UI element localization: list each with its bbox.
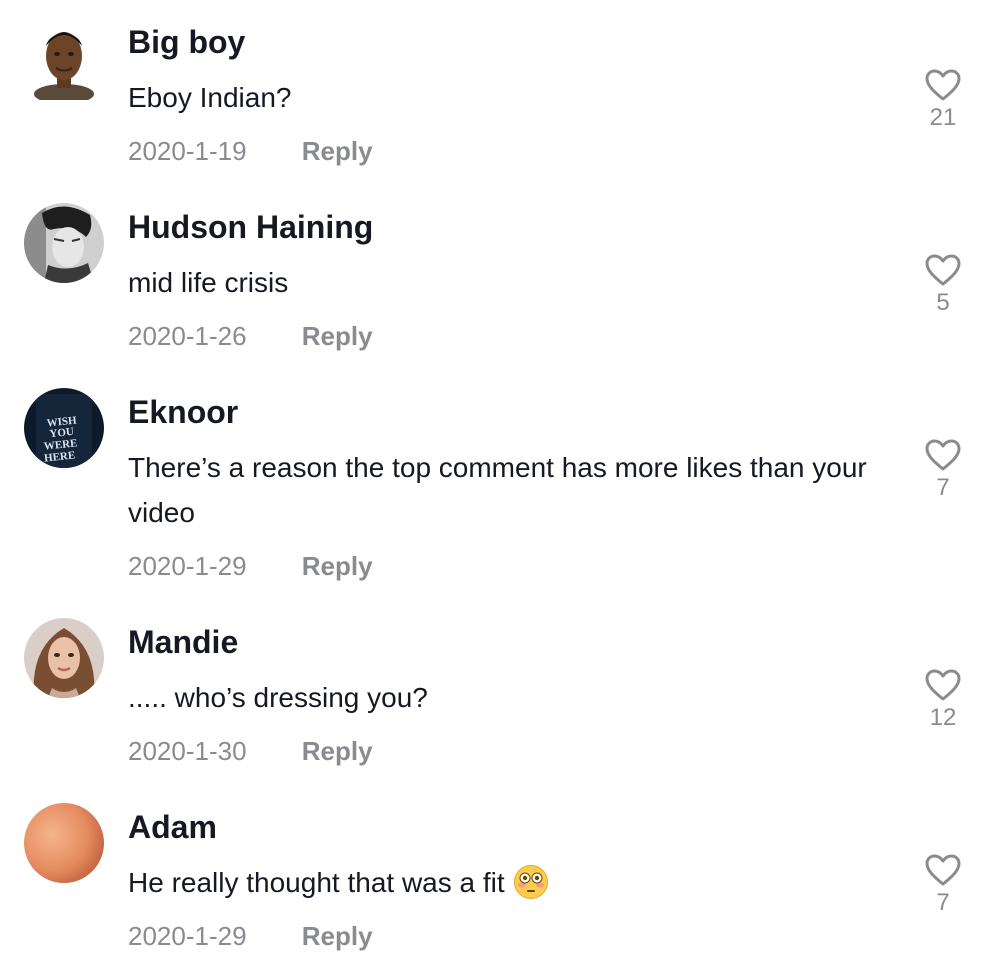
like-control: 7 bbox=[918, 853, 968, 917]
username[interactable]: Hudson Haining bbox=[128, 209, 373, 246]
heart-outline-icon[interactable] bbox=[924, 668, 962, 702]
reply-button[interactable]: Reply bbox=[302, 321, 373, 352]
man-face-icon bbox=[34, 32, 94, 100]
username[interactable]: Eknoor bbox=[128, 394, 238, 431]
like-control: 12 bbox=[918, 668, 968, 732]
like-control: 7 bbox=[918, 438, 968, 502]
comment-item: Adam He really thought that was a fit 20… bbox=[0, 785, 1000, 966]
comment-text-content: He really thought that was a fit bbox=[128, 867, 505, 898]
avatar[interactable] bbox=[24, 803, 104, 883]
like-count: 12 bbox=[929, 704, 957, 731]
like-count: 7 bbox=[936, 474, 950, 501]
like-count: 7 bbox=[936, 889, 950, 916]
flushed-face-emoji-icon bbox=[513, 865, 548, 899]
comment-date: 2020-1-26 bbox=[128, 321, 247, 351]
comment-item: WISH YOU WERE HERE Eknoor There’s a reas… bbox=[0, 370, 1000, 600]
like-count: 5 bbox=[936, 289, 950, 316]
username[interactable]: Adam bbox=[128, 809, 217, 846]
woman-portrait-icon bbox=[24, 618, 104, 698]
wish-you-were-here-icon: WISH YOU WERE HERE bbox=[24, 388, 104, 468]
comment-text: There’s a reason the top comment has mor… bbox=[128, 452, 867, 528]
comment-date: 2020-1-29 bbox=[128, 921, 247, 951]
comment-text: Eboy Indian? bbox=[128, 82, 292, 113]
comment-item: Hudson Haining mid life crisis 2020-1-26… bbox=[0, 185, 1000, 370]
reply-button[interactable]: Reply bbox=[302, 736, 373, 767]
like-count: 21 bbox=[929, 104, 957, 131]
comment-text: mid life crisis bbox=[128, 267, 289, 298]
username[interactable]: Mandie bbox=[128, 624, 238, 661]
heart-outline-icon[interactable] bbox=[924, 853, 962, 887]
avatar[interactable]: WISH YOU WERE HERE bbox=[24, 388, 104, 468]
comment-item: Mandie ..... who’s dressing you? 2020-1-… bbox=[0, 600, 1000, 785]
comment-meta: 2020-1-26 Reply bbox=[128, 321, 373, 352]
reply-button[interactable]: Reply bbox=[302, 551, 373, 582]
comment-text: ..... who’s dressing you? bbox=[128, 682, 428, 713]
comment-meta: 2020-1-29 Reply bbox=[128, 551, 373, 582]
avatar[interactable] bbox=[24, 20, 104, 100]
comment-meta: 2020-1-19 Reply bbox=[128, 136, 373, 167]
comment-meta: 2020-1-29 Reply bbox=[128, 921, 373, 952]
comment-date: 2020-1-30 bbox=[128, 736, 247, 766]
comment-meta: 2020-1-30 Reply bbox=[128, 736, 373, 767]
avatar[interactable] bbox=[24, 203, 104, 283]
heart-outline-icon[interactable] bbox=[924, 253, 962, 287]
heart-outline-icon[interactable] bbox=[924, 438, 962, 472]
username[interactable]: Big boy bbox=[128, 24, 245, 61]
comment-date: 2020-1-29 bbox=[128, 551, 247, 581]
reply-button[interactable]: Reply bbox=[302, 136, 373, 167]
like-control: 5 bbox=[918, 253, 968, 317]
orange-gradient-icon bbox=[24, 803, 104, 883]
comment-text: He really thought that was a fit bbox=[128, 860, 868, 905]
reply-button[interactable]: Reply bbox=[302, 921, 373, 952]
comment-item: Big boy Eboy Indian? 2020-1-19 Reply 21 bbox=[0, 0, 1000, 185]
bw-portrait-icon bbox=[24, 203, 104, 283]
like-control: 21 bbox=[918, 68, 968, 132]
heart-outline-icon[interactable] bbox=[924, 68, 962, 102]
comment-date: 2020-1-19 bbox=[128, 136, 247, 166]
avatar[interactable] bbox=[24, 618, 104, 698]
